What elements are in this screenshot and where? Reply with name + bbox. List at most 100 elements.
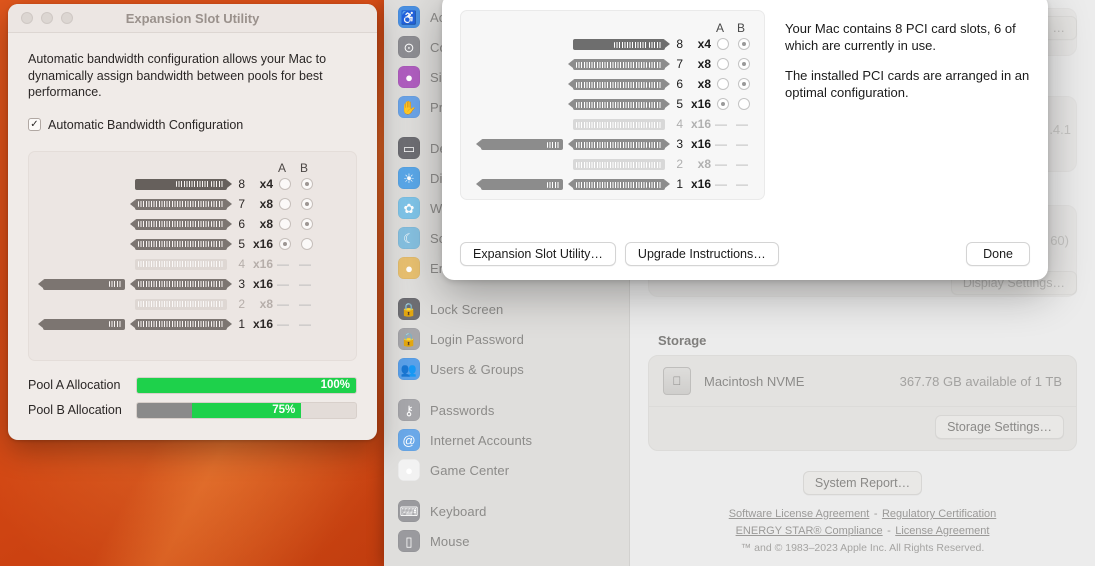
slot-connector-arrow (130, 199, 135, 208)
card-tab (649, 101, 662, 108)
game-center-icon: ● (398, 459, 420, 481)
displays-icon: ☀ (398, 167, 420, 189)
slot-lane-width: x8 (259, 296, 273, 311)
slot-row[interactable]: 3 x16 — — (29, 275, 356, 295)
slot-connector-arrow (568, 100, 573, 108)
sidebar-item-passwords[interactable]: ⚷ Passwords (384, 395, 629, 425)
pool-allocation-label: Pool B Allocation (28, 403, 122, 417)
close-button[interactable] (21, 12, 33, 24)
pci-slot-empty (573, 159, 665, 170)
esu-slot-diagram: A B 8 x4 7 x8 6 x8 5 x16 4 x16 — — 3 x16 — — 2 x8 — — 1 x16 — — (28, 150, 357, 361)
sidebar-item-users-groups[interactable]: 👥 Users & Groups (384, 354, 629, 384)
minimize-button[interactable] (41, 12, 53, 24)
storage-settings-button[interactable]: Storage Settings… (935, 415, 1064, 439)
sidebar-group-divider (384, 485, 629, 496)
slot-row[interactable]: 1 x16 — — (29, 315, 356, 335)
pool-b-radio-dot (742, 82, 746, 86)
link-software-license-agreement[interactable]: Software License Agreement (729, 508, 870, 520)
slot-connector-arrow (130, 279, 135, 288)
expansion-slot-utility-button[interactable]: Expansion Slot Utility… (460, 242, 616, 266)
sidebar-item-internet-accounts[interactable]: @ Internet Accounts (384, 425, 629, 455)
automatic-bandwidth-checkbox-row[interactable]: ✓ Automatic Bandwidth Configuration (28, 118, 357, 132)
link-regulatory-certification[interactable]: Regulatory Certification (882, 508, 996, 520)
pool-b-radio[interactable] (738, 58, 750, 70)
esu-titlebar[interactable]: Expansion Slot Utility (8, 4, 377, 33)
slot-row[interactable]: 2 x8 — — (29, 295, 356, 315)
system-report-button[interactable]: System Report… (802, 471, 923, 495)
pool-b-radio[interactable] (301, 197, 313, 210)
slot-row[interactable]: 2 x8 — — (461, 155, 764, 175)
sidebar-item-login-password[interactable]: 🔒 Login Password (384, 324, 629, 354)
pool-a-radio[interactable] (717, 38, 729, 50)
slot-row[interactable]: 5 x16 (461, 95, 764, 115)
desktop-dock-icon: ▭ (398, 137, 420, 159)
pool-allocation-bar[interactable]: 75% (136, 401, 357, 419)
slot-row[interactable]: 4 x16 — — (461, 115, 764, 135)
slot-lane-width: x8 (697, 57, 711, 71)
pool-b-radio[interactable] (738, 38, 750, 50)
storage-drive-capacity: 367.78 GB available of 1 TB (899, 373, 1062, 389)
card-tab (109, 321, 122, 327)
slot-row[interactable]: 8 x4 (29, 175, 356, 195)
pool-a-unavailable: — (277, 276, 289, 291)
slot-lane-width: x4 (697, 37, 711, 51)
pci-card-secondary (481, 139, 563, 150)
pool-b-radio-dot (305, 181, 309, 186)
expansion-slot-utility-window: Expansion Slot Utility Automatic bandwid… (8, 4, 377, 440)
sidebar-item-label: Game Center (430, 462, 510, 478)
slot-row[interactable]: 6 x8 (29, 215, 356, 235)
pool-a-radio[interactable] (279, 217, 291, 230)
card-tab (211, 221, 224, 227)
done-button[interactable]: Done (966, 242, 1030, 266)
pool-a-radio[interactable] (717, 58, 729, 70)
pool-a-radio[interactable] (279, 177, 291, 190)
pool-b-radio[interactable] (738, 98, 750, 110)
card-fingers (576, 121, 647, 128)
slot-row[interactable]: 7 x8 (29, 195, 356, 215)
link-energy-star-compliance[interactable]: ENERGY STAR® Compliance (736, 525, 883, 537)
card-fingers (138, 321, 209, 327)
card-fingers (138, 281, 209, 287)
pool-allocation-percent: 75% (272, 403, 296, 416)
esu-description: Automatic bandwidth configuration allows… (28, 52, 327, 99)
pool-allocation-bar[interactable]: 100% (136, 376, 357, 394)
slot-row[interactable]: 5 x16 (29, 235, 356, 255)
sidebar-item-keyboard[interactable]: ⌨ Keyboard (384, 496, 629, 526)
modal-body-text-2: The installed PCI cards are arranged in … (785, 68, 1030, 100)
sidebar-item-lock-screen[interactable]: 🔒 Lock Screen (384, 294, 629, 324)
pool-b-radio[interactable] (738, 78, 750, 90)
slot-row[interactable]: 1 x16 — — (461, 175, 764, 195)
modal-description: Your Mac contains 8 PCI card slots, 6 of… (785, 10, 1030, 200)
slot-row[interactable]: 3 x16 — — (461, 135, 764, 155)
sidebar-item-mouse[interactable]: ▯ Mouse (384, 526, 629, 556)
storage-drive-row[interactable]:  Macintosh NVME 367.78 GB available of … (649, 356, 1076, 406)
automatic-bandwidth-checkbox[interactable]: ✓ (28, 118, 41, 131)
pool-b-radio[interactable] (301, 217, 313, 230)
pool-b-radio[interactable] (301, 177, 313, 190)
upgrade-instructions-button[interactable]: Upgrade Instructions… (624, 242, 779, 266)
pool-b-radio[interactable] (301, 237, 313, 250)
link-license-agreement[interactable]: License Agreement (895, 525, 989, 537)
pci-card-installed (573, 179, 665, 190)
pool-a-radio[interactable] (279, 237, 291, 250)
pool-reserved-segment (137, 402, 192, 418)
pool-b-unavailable: — (299, 276, 311, 291)
checkmark-icon: ✓ (30, 118, 39, 130)
card-fingers (45, 281, 107, 287)
slot-row[interactable]: 4 x16 — — (29, 255, 356, 275)
pool-b-unavailable: — (736, 157, 748, 171)
privacy-hand-icon: ✋ (398, 96, 420, 118)
zoom-button[interactable] (61, 12, 73, 24)
accessibility-icon: ♿ (398, 6, 420, 28)
pool-a-radio[interactable] (717, 98, 729, 110)
traffic-light-buttons[interactable] (8, 12, 73, 24)
sidebar-item-game-center[interactable]: ● Game Center (384, 455, 629, 485)
slot-row[interactable]: 7 x8 (461, 55, 764, 75)
pool-a-radio[interactable] (717, 78, 729, 90)
slot-number: 4 (238, 256, 245, 271)
slot-row[interactable]: 6 x8 (461, 75, 764, 95)
pool-allocation-percent: 100% (320, 378, 350, 391)
card-fingers (175, 181, 209, 187)
slot-row[interactable]: 8 x4 (461, 35, 764, 55)
pool-a-radio[interactable] (279, 197, 291, 210)
